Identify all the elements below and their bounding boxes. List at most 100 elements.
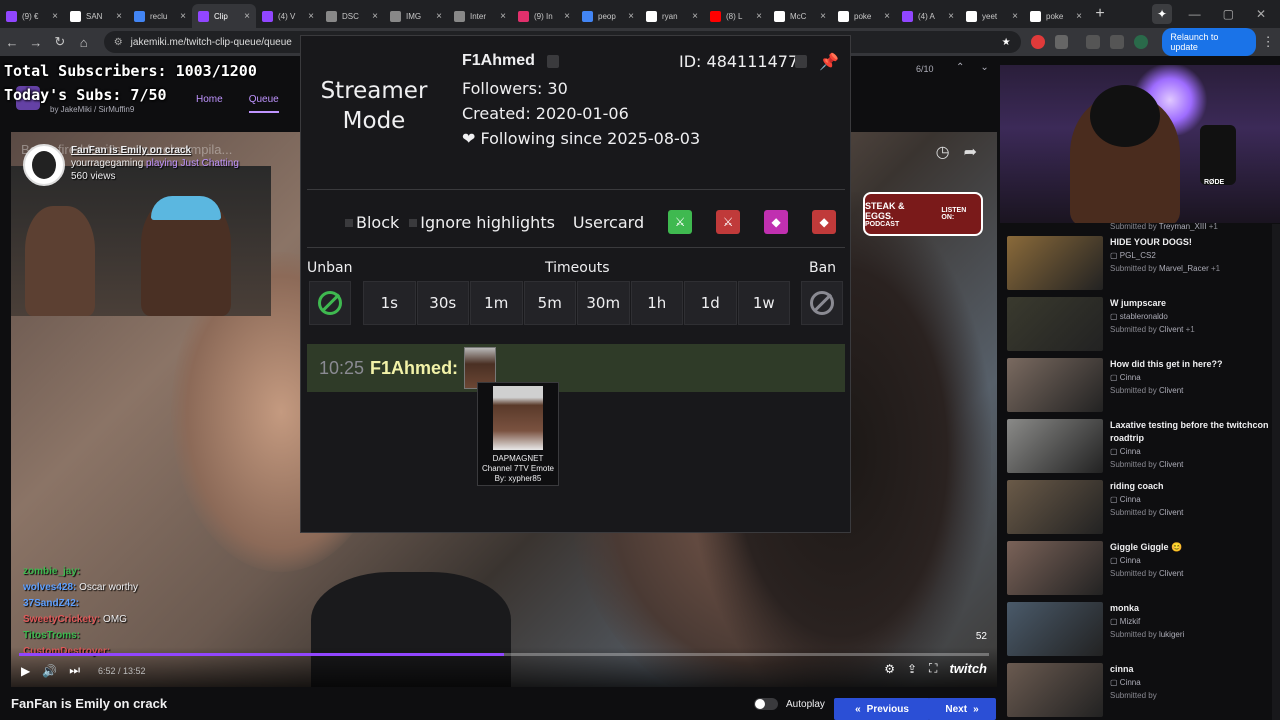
fullscreen-icon[interactable]: ⛶ <box>929 661 937 676</box>
next-button[interactable]: Next » <box>928 698 996 720</box>
profile-avatar[interactable] <box>1134 35 1149 49</box>
browser-tab[interactable]: peop × <box>576 4 640 28</box>
chevron-down-icon[interactable]: ⌄ <box>980 62 988 73</box>
browser-tab[interactable]: SAN × <box>64 4 128 28</box>
extension-icon[interactable] <box>1030 35 1045 49</box>
mod-sword-icon[interactable]: ⚔ <box>716 210 741 234</box>
site-info-icon[interactable]: ⚙ <box>114 37 123 48</box>
close-tab-icon[interactable]: × <box>1076 11 1082 22</box>
browser-tab[interactable]: Inter × <box>448 4 512 28</box>
timeout-button[interactable]: 30s <box>416 281 469 325</box>
nav-home[interactable]: Home <box>196 94 223 113</box>
bookmark-star-icon[interactable]: ★ <box>1002 37 1011 48</box>
progress-bar[interactable] <box>19 653 989 656</box>
new-tab-icon[interactable]: + <box>1088 5 1112 23</box>
username[interactable]: F1Ahmed <box>462 52 535 70</box>
queue-thumbnail[interactable] <box>1007 602 1103 656</box>
queue-item-submitter-name[interactable]: Clivent <box>1159 325 1183 334</box>
close-tab-icon[interactable]: × <box>308 11 314 22</box>
queue-thumbnail[interactable] <box>1007 419 1103 473</box>
reload-icon[interactable]: ↻ <box>48 34 72 50</box>
close-tab-icon[interactable]: × <box>884 11 890 22</box>
home-icon[interactable]: ⌂ <box>72 35 96 50</box>
queue-item-submitter-name[interactable]: Clivent <box>1159 460 1183 469</box>
copy-id-icon[interactable] <box>795 55 807 68</box>
clock-icon[interactable]: ◷ <box>936 142 950 162</box>
minimize-icon[interactable]: — <box>1189 7 1201 21</box>
queue-thumbnail[interactable] <box>1007 297 1103 351</box>
close-tab-icon[interactable]: × <box>1012 11 1018 22</box>
vip-sword-icon[interactable]: ⚔ <box>668 210 693 234</box>
close-window-icon[interactable]: ✕ <box>1256 7 1266 21</box>
close-tab-icon[interactable]: × <box>500 11 506 22</box>
extensions-puzzle-icon[interactable] <box>1054 35 1069 49</box>
queue-item-submitter-name[interactable]: Clivent <box>1159 386 1183 395</box>
unban-button[interactable] <box>309 281 351 325</box>
scrollbar[interactable] <box>1272 224 1280 720</box>
queue-item-submitter-name[interactable]: Clivent <box>1159 508 1183 517</box>
share-icon[interactable]: ⇪ <box>907 662 917 676</box>
media-icon[interactable] <box>1110 35 1125 49</box>
twitch-logo[interactable]: twitch <box>949 661 987 676</box>
queue-item[interactable]: W jumpscare ▢ stableronaldo Submitted by C… <box>1000 297 1272 353</box>
browser-tab[interactable]: Clip × <box>192 4 256 28</box>
chat-user[interactable]: TitosTroms: <box>23 630 80 641</box>
browser-tab[interactable]: (9) In × <box>512 4 576 28</box>
queue-item[interactable]: Giggle Giggle 😊 ▢ Cinna Submitted by Clive… <box>1000 541 1272 597</box>
browser-tab[interactable]: poke × <box>832 4 896 28</box>
close-tab-icon[interactable]: × <box>692 11 698 22</box>
queue-thumbnail[interactable] <box>1007 663 1103 717</box>
queue-item[interactable]: How did this get in here?? ▢ Cinna Submitt… <box>1000 358 1272 414</box>
forward-icon[interactable]: → <box>24 35 48 50</box>
queue-thumbnail[interactable] <box>1007 541 1103 595</box>
autoplay-toggle[interactable]: Autoplay <box>754 698 825 710</box>
clip-title-overlay[interactable]: FanFan is Emily on crack <box>71 144 239 157</box>
queue-thumbnail[interactable] <box>1007 236 1103 290</box>
vip-gem-icon[interactable]: ◆ <box>764 210 789 234</box>
close-tab-icon[interactable]: × <box>820 11 826 22</box>
close-tab-icon[interactable]: × <box>948 11 954 22</box>
sparkle-icon[interactable]: ✦ <box>1152 4 1172 24</box>
queue-item-submitter-name[interactable]: lukigeri <box>1159 630 1184 639</box>
block-option[interactable]: Block <box>345 213 399 232</box>
close-tab-icon[interactable]: × <box>52 11 58 22</box>
close-tab-icon[interactable]: × <box>244 11 250 22</box>
chat-user[interactable]: SweetyCrickety: <box>23 614 100 625</box>
timeout-button[interactable]: 5m <box>523 281 576 325</box>
timeout-button[interactable]: 1m <box>470 281 523 325</box>
chevron-up-icon[interactable]: ⌃ <box>956 62 964 73</box>
chat-username[interactable]: F1Ahmed: <box>370 358 458 379</box>
chat-user[interactable]: 37SandZ42: <box>23 598 79 609</box>
browser-tab[interactable]: (8) L × <box>704 4 768 28</box>
volume-icon[interactable]: 🔊 <box>42 664 57 678</box>
settings-gear-icon[interactable]: ⚙ <box>884 662 895 676</box>
remove-gem-icon[interactable]: ◆ <box>812 210 837 234</box>
close-tab-icon[interactable]: × <box>372 11 378 22</box>
back-icon[interactable]: ← <box>0 35 24 50</box>
browser-tab[interactable]: reclu × <box>128 4 192 28</box>
block-checkbox[interactable] <box>345 219 353 227</box>
ignore-checkbox[interactable] <box>409 219 418 227</box>
relaunch-button[interactable]: Relaunch to update <box>1162 28 1257 56</box>
channel-name[interactable]: yourragegaming <box>71 158 143 169</box>
queue-item-submitter-name[interactable]: Marvel_Racer <box>1159 264 1209 273</box>
browser-tab[interactable]: poke × <box>1024 4 1088 28</box>
share-icon[interactable]: ➦ <box>964 142 977 162</box>
queue-item[interactable]: riding coach ▢ Cinna Submitted by Clivent <box>1000 480 1272 536</box>
usercard-link[interactable]: Usercard <box>573 213 644 232</box>
queue-thumbnail[interactable] <box>1007 480 1103 534</box>
browser-tab[interactable]: IMG × <box>384 4 448 28</box>
browser-tab[interactable]: McC × <box>768 4 832 28</box>
menu-icon[interactable]: ⋮ <box>1256 34 1280 50</box>
timeout-button[interactable]: 1h <box>630 281 683 325</box>
tab-search-icon[interactable] <box>1086 35 1101 49</box>
queue-item-submitter-name[interactable]: Clivent <box>1159 569 1183 578</box>
queue-item[interactable]: Laxative testing before the twitchcon ro… <box>1000 419 1272 475</box>
close-tab-icon[interactable]: × <box>564 11 570 22</box>
toggle-switch[interactable] <box>754 698 778 710</box>
close-tab-icon[interactable]: × <box>628 11 634 22</box>
browser-tab[interactable]: (4) V × <box>256 4 320 28</box>
previous-button[interactable]: « Previous <box>834 698 930 720</box>
copy-username-icon[interactable] <box>547 55 559 68</box>
queue-thumbnail[interactable] <box>1007 358 1103 412</box>
